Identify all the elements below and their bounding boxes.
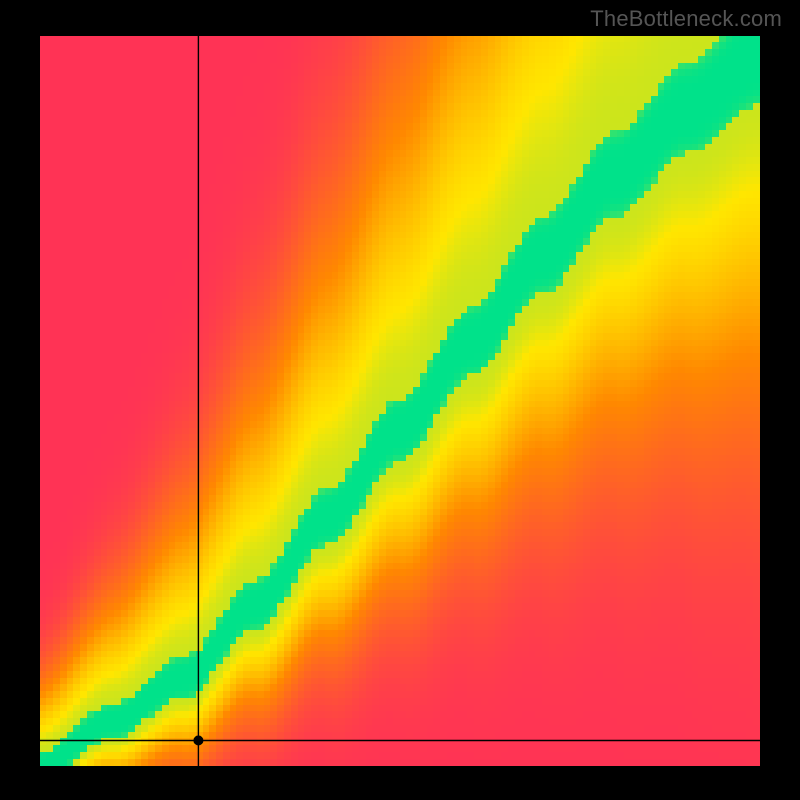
watermark-text: TheBottleneck.com (590, 6, 782, 32)
chart-container: TheBottleneck.com (0, 0, 800, 800)
bottleneck-heatmap (40, 36, 760, 766)
